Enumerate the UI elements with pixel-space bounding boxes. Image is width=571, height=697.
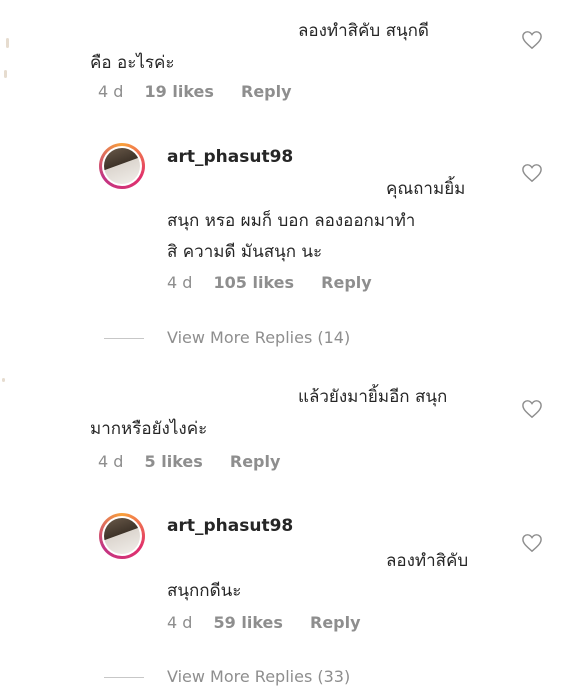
comment-text-line: ลองทำสิคับ bbox=[386, 551, 469, 571]
comment-text-line: คือ อะไรค่ะ bbox=[90, 53, 175, 73]
comment-text-line: แล้วยังมายิ้มอีก สนุก bbox=[298, 387, 448, 407]
like-heart-icon[interactable] bbox=[521, 399, 543, 419]
left-edge-mark bbox=[2, 378, 5, 382]
comment-meta: 4 d 59 likes Reply bbox=[167, 613, 361, 632]
comment-meta: 4 d 5 likes Reply bbox=[98, 452, 280, 471]
reply-button[interactable]: Reply bbox=[241, 82, 292, 101]
left-edge-mark bbox=[4, 70, 7, 78]
username[interactable]: art_phasut98 bbox=[167, 516, 293, 536]
like-count[interactable]: 5 likes bbox=[145, 452, 203, 471]
comment-time: 4 d bbox=[98, 82, 124, 101]
avatar[interactable] bbox=[99, 513, 145, 559]
comment-text-line: มากหรือยังไงค่ะ bbox=[90, 419, 208, 439]
divider-line bbox=[104, 677, 144, 678]
comment-time: 4 d bbox=[167, 273, 193, 292]
avatar[interactable] bbox=[99, 143, 145, 189]
comment-text-line: คุณถามยิ้ม bbox=[386, 179, 466, 199]
comment-text-line: สิ ความดี มันสนุก นะ bbox=[167, 242, 323, 262]
comment-time: 4 d bbox=[167, 613, 193, 632]
reply-button[interactable]: Reply bbox=[310, 613, 361, 632]
divider-line bbox=[104, 338, 144, 339]
like-heart-icon[interactable] bbox=[521, 30, 543, 50]
comment-time: 4 d bbox=[98, 452, 124, 471]
like-count[interactable]: 105 likes bbox=[214, 273, 295, 292]
comment-meta: 4 d 105 likes Reply bbox=[167, 273, 372, 292]
comment-text-line: สนุก หรอ ผมก็ บอก ลองออกมาทำ bbox=[167, 211, 416, 231]
reply-button[interactable]: Reply bbox=[230, 452, 281, 471]
like-heart-icon[interactable] bbox=[521, 533, 543, 553]
like-heart-icon[interactable] bbox=[521, 163, 543, 183]
comment-text-line: ลองทำสิคับ สนุกดี bbox=[298, 21, 429, 41]
like-count[interactable]: 19 likes bbox=[145, 82, 214, 101]
reply-button[interactable]: Reply bbox=[321, 273, 372, 292]
username[interactable]: art_phasut98 bbox=[167, 147, 293, 167]
left-edge-mark bbox=[6, 38, 9, 48]
view-more-replies-label[interactable]: View More Replies (33) bbox=[167, 667, 350, 686]
view-more-replies-label[interactable]: View More Replies (14) bbox=[167, 328, 350, 347]
comment-text-line: สนุกกดีนะ bbox=[167, 581, 242, 601]
comment-meta: 4 d 19 likes Reply bbox=[98, 82, 292, 101]
like-count[interactable]: 59 likes bbox=[214, 613, 283, 632]
